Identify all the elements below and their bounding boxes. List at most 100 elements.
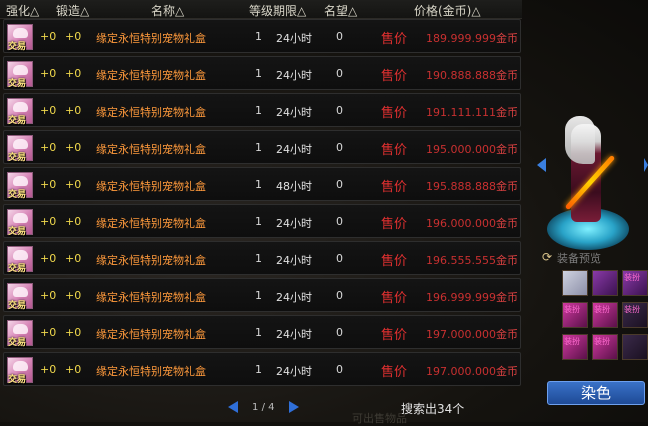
reputation-value: 0: [336, 67, 343, 80]
price-value: 196.000.000金币: [426, 215, 518, 231]
equip-slot[interactable]: [562, 270, 588, 296]
total-pages: 4: [268, 402, 275, 413]
table-row[interactable]: 交易 +0 +0 缘定永恒特别宠物礼盒 1 48小时 0 售价 195.888.…: [3, 167, 521, 201]
gift-box-icon[interactable]: 交易: [7, 320, 33, 348]
level-value: 1: [255, 363, 262, 376]
period-value: 48小时: [276, 180, 312, 193]
slot-tag: 装扮: [624, 273, 640, 282]
period-value: 24小时: [276, 217, 312, 230]
background-hint-text: 可出售物品: [352, 412, 407, 425]
price-column-header[interactable]: 价格(金币)△: [414, 2, 481, 19]
gift-box-icon[interactable]: 交易: [7, 209, 33, 237]
reputation-value: 0: [336, 289, 343, 302]
slot-tag: 装扮: [594, 305, 610, 314]
gift-box-icon[interactable]: 交易: [7, 135, 33, 163]
gift-box-icon[interactable]: 交易: [7, 172, 33, 200]
price-value: 195.000.000金币: [426, 141, 518, 157]
gift-box-icon[interactable]: 交易: [7, 357, 33, 385]
table-row[interactable]: 交易 +0 +0 缘定永恒特别宠物礼盒 1 24小时 0 售价 195.000.…: [3, 130, 521, 164]
forge-value: +0: [65, 326, 82, 339]
reputation-value: 0: [336, 178, 343, 191]
rotate-right-arrow-icon[interactable]: [644, 158, 648, 172]
reputation-value: 0: [336, 363, 343, 376]
item-name: 缘定永恒特别宠物礼盒: [96, 365, 206, 378]
reputation-column-header[interactable]: 名望△: [324, 2, 357, 19]
sell-label: 售价: [381, 69, 408, 84]
period-value: 24小时: [276, 254, 312, 267]
trade-label: 交易: [8, 42, 27, 52]
next-page-arrow-icon[interactable]: [289, 401, 299, 413]
level-value: 1: [255, 67, 262, 80]
upgrade-value: +0: [40, 289, 57, 302]
period-value: 24小时: [276, 32, 312, 45]
forge-value: +0: [65, 252, 82, 265]
forge-column-header[interactable]: 锻造△: [56, 2, 89, 19]
upgrade-value: +0: [40, 252, 57, 265]
price-value: 189.999.999金币: [426, 30, 518, 46]
level-period-column-header[interactable]: 等级期限△: [249, 2, 306, 19]
sell-label: 售价: [381, 328, 408, 343]
level-value: 1: [255, 178, 262, 191]
equip-slot[interactable]: 装扮: [562, 334, 588, 360]
table-header: 强化△ 锻造△ 名称△ 等级期限△ 名望△ 价格(金币)△: [0, 0, 522, 19]
rotate-icon[interactable]: ⟳: [542, 251, 556, 263]
equip-slot[interactable]: 装扮: [592, 334, 618, 360]
trade-label: 交易: [8, 190, 27, 200]
trade-label: 交易: [8, 116, 27, 126]
price-unit: 金币: [495, 69, 518, 82]
period-value: 24小时: [276, 69, 312, 82]
gift-box-icon[interactable]: 交易: [7, 283, 33, 311]
equip-slot[interactable]: [622, 334, 648, 360]
level-value: 1: [255, 289, 262, 302]
reputation-value: 0: [336, 326, 343, 339]
upgrade-value: +0: [40, 67, 57, 80]
price-value: 196.555.555金币: [426, 252, 518, 268]
gift-box-icon[interactable]: 交易: [7, 24, 33, 52]
slot-tag: 装扮: [564, 337, 580, 346]
price-amount: 191.111.111: [426, 106, 496, 119]
table-row[interactable]: 交易 +0 +0 缘定永恒特别宠物礼盒 1 24小时 0 售价 190.888.…: [3, 56, 521, 90]
equip-slot[interactable]: 装扮: [592, 302, 618, 328]
level-value: 1: [255, 326, 262, 339]
table-row[interactable]: 交易 +0 +0 缘定永恒特别宠物礼盒 1 24小时 0 售价 197.000.…: [3, 315, 521, 349]
period-value: 24小时: [276, 328, 312, 341]
prev-page-arrow-icon[interactable]: [228, 401, 238, 413]
level-value: 1: [255, 215, 262, 228]
table-row[interactable]: 交易 +0 +0 缘定永恒特别宠物礼盒 1 24小时 0 售价 196.999.…: [3, 278, 521, 312]
reputation-value: 0: [336, 104, 343, 117]
forge-value: +0: [65, 30, 82, 43]
equip-slot[interactable]: 装扮: [622, 302, 648, 328]
gift-box-icon[interactable]: 交易: [7, 98, 33, 126]
equip-slot[interactable]: 装扮: [622, 270, 648, 296]
table-row[interactable]: 交易 +0 +0 缘定永恒特别宠物礼盒 1 24小时 0 售价 189.999.…: [3, 19, 521, 53]
table-row[interactable]: 交易 +0 +0 缘定永恒特别宠物礼盒 1 24小时 0 售价 197.000.…: [3, 352, 521, 386]
price-value: 197.000.000金币: [426, 363, 518, 379]
price-amount: 195.888.888: [426, 180, 496, 193]
table-row[interactable]: 交易 +0 +0 缘定永恒特别宠物礼盒 1 24小时 0 售价 196.000.…: [3, 204, 521, 238]
equip-slot[interactable]: [592, 270, 618, 296]
item-name: 缘定永恒特别宠物礼盒: [96, 106, 206, 119]
sell-label: 售价: [381, 143, 408, 158]
sell-label: 售价: [381, 365, 408, 380]
price-unit: 金币: [495, 254, 518, 267]
trade-label: 交易: [8, 338, 27, 348]
price-amount: 195.000.000: [426, 143, 496, 156]
upgrade-value: +0: [40, 104, 57, 117]
trade-label: 交易: [8, 301, 27, 311]
character-hair: [565, 116, 595, 164]
forge-value: +0: [65, 363, 82, 376]
equip-slot[interactable]: 装扮: [562, 302, 588, 328]
table-row[interactable]: 交易 +0 +0 缘定永恒特别宠物礼盒 1 24小时 0 售价 191.111.…: [3, 93, 521, 127]
price-value: 195.888.888金币: [426, 178, 518, 194]
gift-box-icon[interactable]: 交易: [7, 61, 33, 89]
period-value: 24小时: [276, 365, 312, 378]
slot-tag: 装扮: [594, 337, 610, 346]
period-value: 24小时: [276, 291, 312, 304]
name-column-header[interactable]: 名称△: [151, 2, 184, 19]
trade-label: 交易: [8, 264, 27, 274]
forge-value: +0: [65, 141, 82, 154]
gift-box-icon[interactable]: 交易: [7, 246, 33, 274]
dye-button[interactable]: 染色: [547, 381, 645, 405]
upgrade-column-header[interactable]: 强化△: [6, 2, 39, 19]
table-row[interactable]: 交易 +0 +0 缘定永恒特别宠物礼盒 1 24小时 0 售价 196.555.…: [3, 241, 521, 275]
